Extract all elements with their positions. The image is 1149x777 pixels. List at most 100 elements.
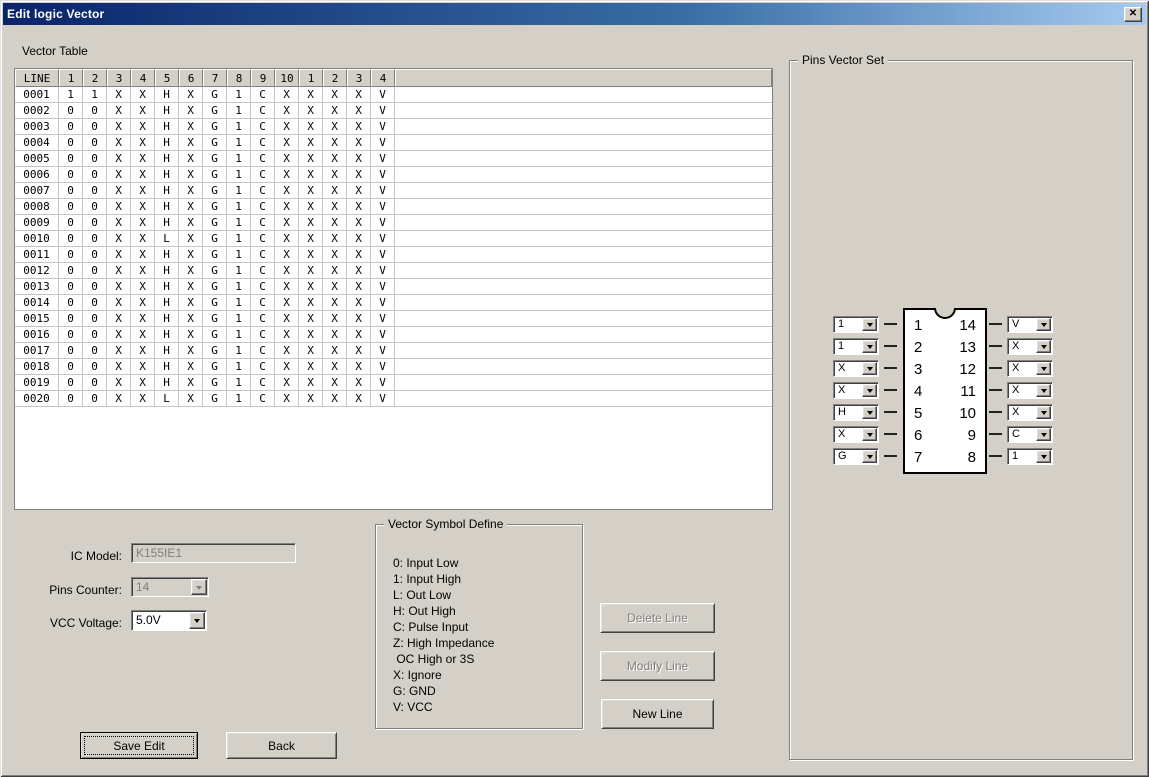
vector-value-cell[interactable]: X xyxy=(131,263,155,279)
vector-value-cell[interactable]: 0 xyxy=(83,151,107,167)
vector-value-cell[interactable]: X xyxy=(347,215,371,231)
vector-value-cell[interactable]: X xyxy=(347,279,371,295)
vector-value-cell[interactable]: 0 xyxy=(83,183,107,199)
pin-column-header[interactable]: 3 xyxy=(107,69,131,87)
vcc-voltage-select[interactable]: 5.0V xyxy=(131,610,207,631)
vector-value-cell[interactable]: H xyxy=(155,215,179,231)
vector-value-cell[interactable]: 1 xyxy=(227,343,251,359)
vector-value-cell[interactable]: H xyxy=(155,119,179,135)
vector-value-cell[interactable]: X xyxy=(323,375,347,391)
vector-value-cell[interactable]: X xyxy=(179,199,203,215)
vector-value-cell[interactable]: 0 xyxy=(83,343,107,359)
vector-value-cell[interactable]: 1 xyxy=(227,199,251,215)
vector-value-cell[interactable]: G xyxy=(203,343,227,359)
vector-value-cell[interactable]: X xyxy=(347,263,371,279)
vector-value-cell[interactable]: X xyxy=(107,343,131,359)
vector-value-cell[interactable]: G xyxy=(203,87,227,103)
vector-row[interactable]: 0016 0 0 X X H X G 1 C X X X X V xyxy=(15,327,772,343)
vector-value-cell[interactable]: X xyxy=(347,231,371,247)
line-number-cell[interactable]: 0002 xyxy=(15,103,59,119)
vector-row[interactable]: 0002 0 0 X X H X G 1 C X X X X V xyxy=(15,103,772,119)
vector-value-cell[interactable]: X xyxy=(131,327,155,343)
vector-value-cell[interactable]: 1 xyxy=(227,183,251,199)
vector-value-cell[interactable]: C xyxy=(251,199,275,215)
vector-value-cell[interactable]: X xyxy=(107,119,131,135)
vector-value-cell[interactable]: 1 xyxy=(227,263,251,279)
vector-value-cell[interactable]: G xyxy=(203,151,227,167)
vector-value-cell[interactable]: X xyxy=(179,135,203,151)
vector-value-cell[interactable]: X xyxy=(347,119,371,135)
vector-value-cell[interactable]: 0 xyxy=(83,375,107,391)
pin-column-header[interactable]: 6 xyxy=(179,69,203,87)
vector-value-cell[interactable]: V xyxy=(371,135,395,151)
vector-value-cell[interactable]: X xyxy=(323,199,347,215)
vector-value-cell[interactable]: C xyxy=(251,135,275,151)
vector-value-cell[interactable]: X xyxy=(275,231,299,247)
vector-value-cell[interactable]: X xyxy=(107,183,131,199)
vector-value-cell[interactable]: C xyxy=(251,279,275,295)
vector-value-cell[interactable]: X xyxy=(275,295,299,311)
pin-column-header[interactable]: 1 xyxy=(59,69,83,87)
vector-value-cell[interactable]: 0 xyxy=(59,231,83,247)
vector-value-cell[interactable]: X xyxy=(323,311,347,327)
vector-value-cell[interactable]: V xyxy=(371,295,395,311)
vector-value-cell[interactable]: X xyxy=(179,151,203,167)
vector-value-cell[interactable]: G xyxy=(203,119,227,135)
dropdown-arrow-button[interactable] xyxy=(862,362,877,375)
vector-value-cell[interactable]: C xyxy=(251,87,275,103)
vector-value-cell[interactable]: 0 xyxy=(59,359,83,375)
vector-value-cell[interactable]: X xyxy=(179,263,203,279)
vector-value-cell[interactable]: V xyxy=(371,119,395,135)
vector-value-cell[interactable]: X xyxy=(347,103,371,119)
vector-value-cell[interactable]: X xyxy=(131,183,155,199)
vector-value-cell[interactable]: X xyxy=(107,295,131,311)
vector-value-cell[interactable]: V xyxy=(371,263,395,279)
vector-value-cell[interactable]: C xyxy=(251,263,275,279)
vector-value-cell[interactable]: X xyxy=(179,311,203,327)
title-bar[interactable]: Edit logic Vector ✕ xyxy=(3,3,1146,25)
vector-value-cell[interactable]: X xyxy=(275,247,299,263)
vector-value-cell[interactable]: X xyxy=(323,263,347,279)
vector-value-cell[interactable]: C xyxy=(251,391,275,407)
vector-value-cell[interactable]: 1 xyxy=(227,311,251,327)
dropdown-arrow-button[interactable] xyxy=(1036,362,1051,375)
vector-value-cell[interactable]: V xyxy=(371,311,395,327)
vector-value-cell[interactable]: G xyxy=(203,279,227,295)
vector-row[interactable]: 0009 0 0 X X H X G 1 C X X X X V xyxy=(15,215,772,231)
vector-value-cell[interactable]: X xyxy=(179,87,203,103)
line-number-cell[interactable]: 0017 xyxy=(15,343,59,359)
vector-value-cell[interactable]: 0 xyxy=(59,119,83,135)
vector-value-cell[interactable]: X xyxy=(299,167,323,183)
vector-value-cell[interactable]: H xyxy=(155,375,179,391)
vector-value-cell[interactable]: 1 xyxy=(59,87,83,103)
line-number-cell[interactable]: 0001 xyxy=(15,87,59,103)
line-number-cell[interactable]: 0019 xyxy=(15,375,59,391)
pin-4-select[interactable]: X xyxy=(833,382,879,399)
vector-value-cell[interactable]: X xyxy=(131,103,155,119)
vector-value-cell[interactable]: V xyxy=(371,231,395,247)
vector-value-cell[interactable]: X xyxy=(323,119,347,135)
vector-value-cell[interactable]: X xyxy=(347,391,371,407)
vector-value-cell[interactable]: X xyxy=(107,311,131,327)
vector-value-cell[interactable]: X xyxy=(323,295,347,311)
vector-value-cell[interactable]: X xyxy=(179,391,203,407)
vector-value-cell[interactable]: H xyxy=(155,263,179,279)
vector-value-cell[interactable]: X xyxy=(347,359,371,375)
pin-column-header[interactable]: 1 xyxy=(299,69,323,87)
vector-value-cell[interactable]: X xyxy=(299,359,323,375)
vector-row[interactable]: 0019 0 0 X X H X G 1 C X X X X V xyxy=(15,375,772,391)
vector-value-cell[interactable]: X xyxy=(323,391,347,407)
pin-1-select[interactable]: 1 xyxy=(833,316,879,333)
vector-value-cell[interactable]: X xyxy=(131,151,155,167)
back-button[interactable]: Back xyxy=(226,732,337,759)
dropdown-arrow-button[interactable] xyxy=(862,450,877,463)
vector-value-cell[interactable]: X xyxy=(323,167,347,183)
pin-column-header[interactable]: 3 xyxy=(347,69,371,87)
vector-value-cell[interactable]: X xyxy=(275,327,299,343)
line-number-cell[interactable]: 0007 xyxy=(15,183,59,199)
vector-value-cell[interactable]: X xyxy=(299,87,323,103)
vector-value-cell[interactable]: G xyxy=(203,247,227,263)
new-line-button[interactable]: New Line xyxy=(601,699,714,729)
vector-value-cell[interactable]: H xyxy=(155,359,179,375)
vector-value-cell[interactable]: 0 xyxy=(83,231,107,247)
